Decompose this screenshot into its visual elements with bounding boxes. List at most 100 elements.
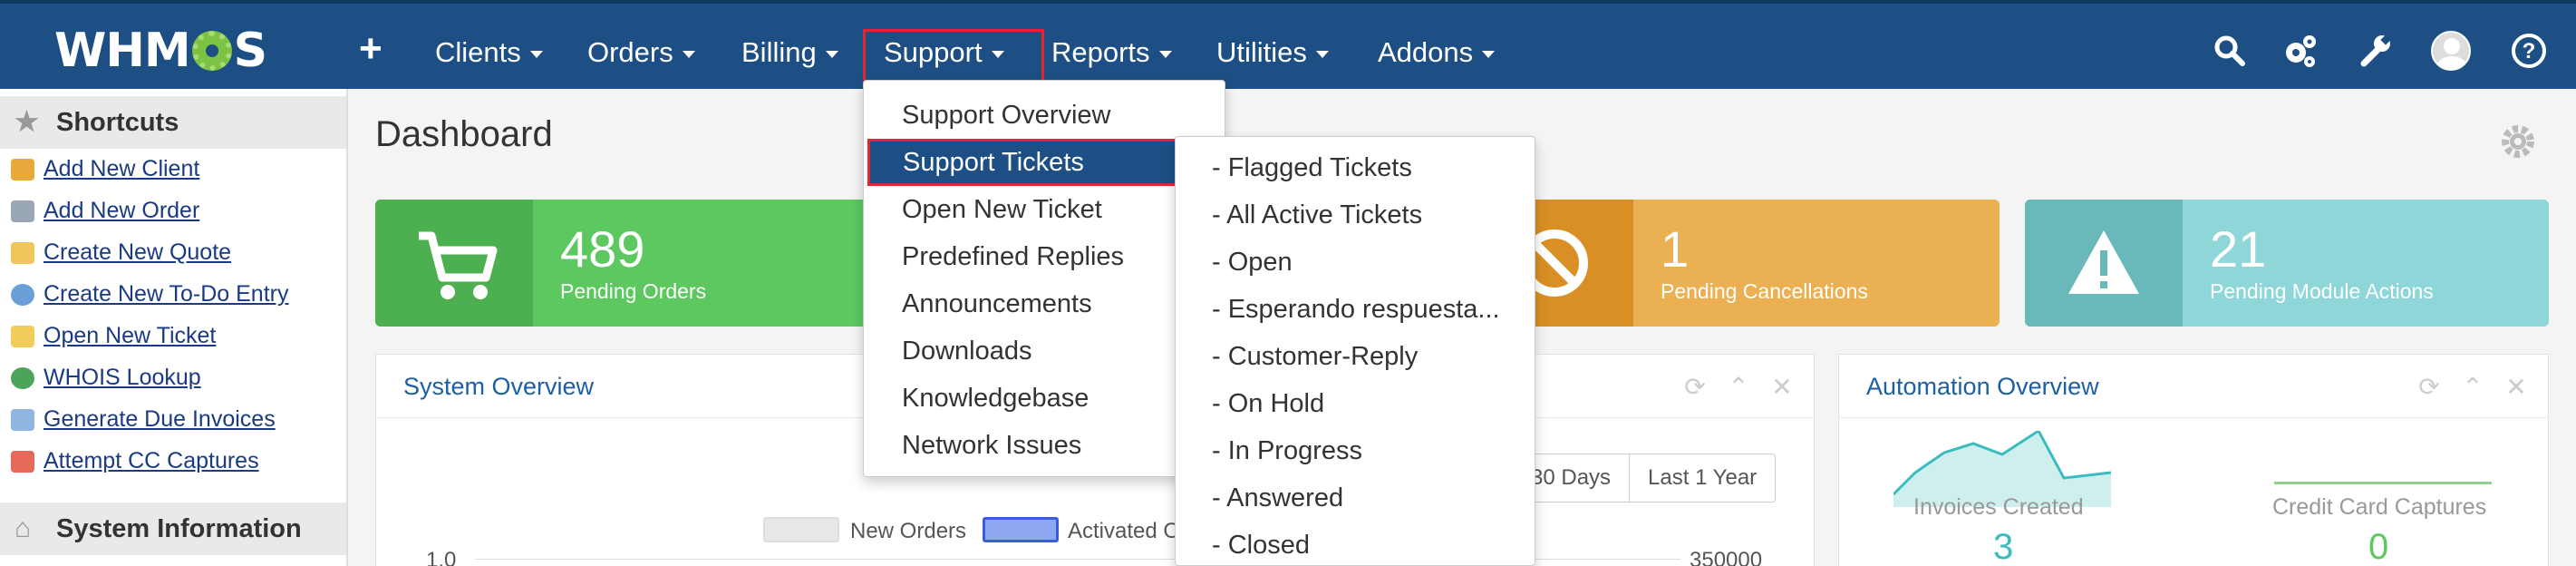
card-icon <box>11 450 34 473</box>
cc-captures-sparkline <box>2274 482 2492 484</box>
stat-pending-cancellations[interactable]: 1 Pending Cancellations <box>1476 200 2000 327</box>
nav-clients[interactable]: Clients <box>435 34 543 71</box>
stat-label: Pending Module Actions <box>2210 279 2434 303</box>
todo-icon <box>11 283 34 306</box>
shortcuts-header: ★ Shortcuts <box>0 96 346 149</box>
submenu-on-hold[interactable]: - On Hold <box>1212 389 1324 419</box>
panel-title: System Overview <box>403 373 595 400</box>
nav-addons[interactable]: Addons <box>1378 34 1496 71</box>
nav-clients-label: Clients <box>435 36 521 68</box>
invoices-created-label: Invoices Created <box>1913 494 2084 520</box>
support-tickets-submenu: - Flagged Tickets - All Active Tickets -… <box>1175 136 1535 566</box>
range-1-year-button[interactable]: Last 1 Year <box>1630 454 1775 502</box>
shortcut-add-new-client[interactable]: Add New Client <box>11 156 199 182</box>
avatar[interactable] <box>2431 31 2471 71</box>
shortcut-label: Generate Due Invoices <box>44 406 276 432</box>
menu-support-tickets[interactable]: Support Tickets <box>867 139 1223 186</box>
close-icon[interactable]: ✕ <box>1768 375 1796 400</box>
shortcut-open-new-ticket[interactable]: Open New Ticket <box>11 323 216 349</box>
page-title: Dashboard <box>375 114 553 154</box>
shortcut-label: Attempt CC Captures <box>44 448 259 473</box>
menu-network-issues[interactable]: Network Issues <box>864 422 1225 469</box>
submenu-open[interactable]: - Open <box>1212 248 1293 278</box>
top-navbar: WHM S + Clients Orders Billing Support R… <box>0 0 2576 89</box>
submenu-awaiting-reply[interactable]: - Esperando respuesta... <box>1212 295 1500 325</box>
shortcut-create-todo[interactable]: Create New To-Do Entry <box>11 281 288 307</box>
logo-gear-icon <box>191 31 232 71</box>
shortcut-attempt-cc-captures[interactable]: Attempt CC Captures <box>11 448 259 474</box>
nav-orders-label: Orders <box>587 36 673 68</box>
logo-text-right: S <box>233 24 267 78</box>
legend-activated-swatch <box>983 517 1059 542</box>
submenu-in-progress[interactable]: - In Progress <box>1212 436 1362 466</box>
nav-reports[interactable]: Reports <box>1051 34 1172 71</box>
nav-addons-label: Addons <box>1378 36 1474 68</box>
cart-icon <box>11 200 34 222</box>
nav-billing[interactable]: Billing <box>741 34 838 71</box>
support-highlight-box <box>863 29 1044 83</box>
menu-support-overview[interactable]: Support Overview <box>864 92 1225 139</box>
widget-settings-gear-icon[interactable] <box>2498 122 2538 161</box>
caret-down-icon <box>529 50 543 58</box>
nav-utilities[interactable]: Utilities <box>1216 34 1329 71</box>
collapse-icon[interactable]: ⌃ <box>2459 375 2486 400</box>
shortcut-add-new-order[interactable]: Add New Order <box>11 198 199 224</box>
automation-overview-panel: Automation Overview ⟳ ⌃ ✕ Invoices Creat… <box>1838 354 2549 566</box>
menu-announcements[interactable]: Announcements <box>864 280 1225 327</box>
menu-knowledgebase[interactable]: Knowledgebase <box>864 375 1225 422</box>
submenu-closed[interactable]: - Closed <box>1212 531 1310 561</box>
help-icon[interactable]: ? <box>2507 29 2551 73</box>
quote-icon <box>11 241 34 264</box>
submenu-customer-reply[interactable]: - Customer-Reply <box>1212 342 1418 372</box>
stat-pending-module-actions[interactable]: 21 Pending Module Actions <box>2025 200 2549 327</box>
ticket-icon <box>11 325 34 347</box>
cogs-icon[interactable] <box>2279 29 2322 73</box>
system-info-title: System Information <box>56 514 302 543</box>
menu-predefined-replies[interactable]: Predefined Replies <box>864 233 1225 280</box>
legend-activated: Activated O <box>1068 519 1181 543</box>
system-info-header: ⌂ System Information <box>0 503 346 555</box>
shortcut-whois-lookup[interactable]: WHOIS Lookup <box>11 365 201 391</box>
shortcut-label: Add New Client <box>44 156 200 181</box>
panel-title: Automation Overview <box>1866 373 2099 400</box>
shortcut-create-new-quote[interactable]: Create New Quote <box>11 239 231 266</box>
stat-pending-orders[interactable]: 489 Pending Orders <box>375 200 901 327</box>
caret-down-icon <box>1158 50 1172 58</box>
submenu-answered[interactable]: - Answered <box>1212 483 1343 513</box>
stat-label: Pending Cancellations <box>1661 279 1868 303</box>
cc-captures-label: Credit Card Captures <box>2272 494 2487 520</box>
collapse-icon[interactable]: ⌃ <box>1725 375 1752 400</box>
submenu-flagged-tickets[interactable]: - Flagged Tickets <box>1212 153 1412 183</box>
menu-open-new-ticket[interactable]: Open New Ticket <box>864 186 1225 233</box>
panel-tools: ⟳ ⌃ ✕ <box>1681 375 1796 400</box>
menu-downloads[interactable]: Downloads <box>864 327 1225 375</box>
stat-icon-area <box>2025 200 2183 327</box>
quick-add-plus-icon[interactable]: + <box>359 29 383 69</box>
cart-icon <box>419 231 498 299</box>
close-icon[interactable]: ✕ <box>2503 375 2530 400</box>
submenu-all-active-tickets[interactable]: - All Active Tickets <box>1212 200 1422 230</box>
whmcs-logo[interactable]: WHM S <box>54 24 267 78</box>
support-dropdown-menu: Support Overview Support Tickets Open Ne… <box>863 80 1225 477</box>
legend-new-orders: New Orders <box>850 519 967 543</box>
nav-billing-label: Billing <box>741 36 817 68</box>
axis-left-tick: 1.0 <box>426 548 457 566</box>
axis-right-tick: 350000 <box>1690 548 1763 566</box>
shortcut-label: WHOIS Lookup <box>44 365 201 390</box>
shortcuts-title: Shortcuts <box>56 108 179 137</box>
star-icon: ★ <box>15 107 39 137</box>
search-icon[interactable] <box>2208 29 2252 73</box>
cc-captures-value: 0 <box>2368 527 2389 566</box>
range-selector: 30 Days Last 1 Year <box>1512 454 1777 503</box>
refresh-icon[interactable]: ⟳ <box>1681 375 1709 400</box>
shortcut-generate-due-invoices[interactable]: Generate Due Invoices <box>11 406 276 433</box>
stat-icon-area <box>375 200 533 327</box>
nav-orders[interactable]: Orders <box>587 34 695 71</box>
panel-tools: ⟳ ⌃ ✕ <box>2416 375 2530 400</box>
legend-new-orders-swatch <box>763 517 839 542</box>
refresh-icon[interactable]: ⟳ <box>2416 375 2443 400</box>
wrench-icon[interactable] <box>2353 29 2397 73</box>
warning-icon <box>2068 230 2139 294</box>
caret-down-icon <box>1315 50 1329 58</box>
svg-text:?: ? <box>2523 39 2536 63</box>
